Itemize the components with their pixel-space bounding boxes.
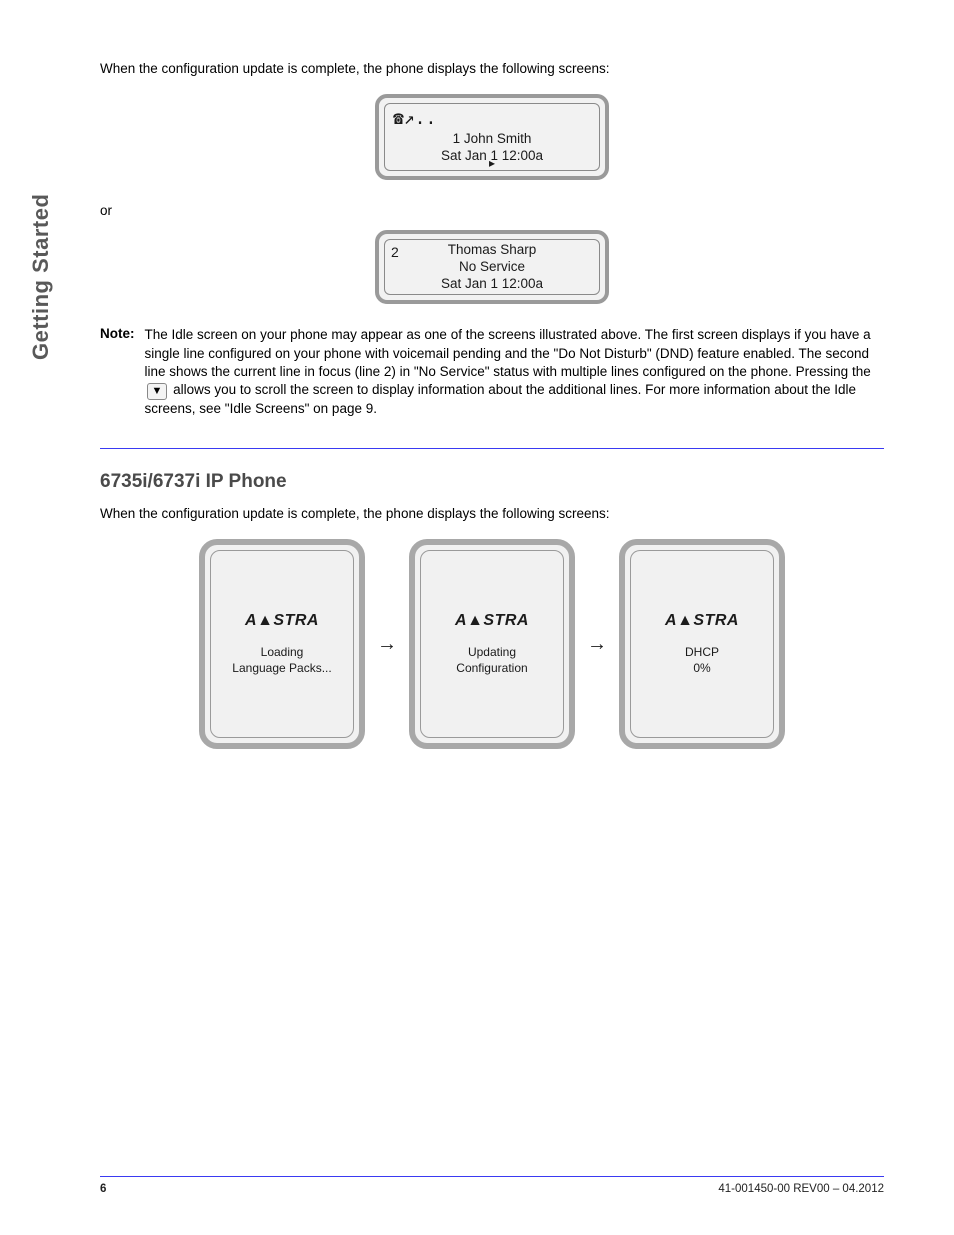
down-arrow-key-icon: ▼ (147, 383, 168, 400)
section-divider (100, 448, 884, 449)
intro-paragraph-2: When the configuration update is complet… (100, 505, 884, 523)
phone-screen-dhcp: A▲STRA DHCP 0% (619, 539, 785, 749)
phone2-line2: Configuration (456, 660, 527, 676)
brand-logo: A▲STRA (245, 612, 319, 630)
phone2-line1: Updating (456, 644, 527, 660)
lcd-screen-2: 2 Thomas Sharp No Service Sat Jan 1 12:0… (375, 230, 609, 304)
lcd1-scroll-arrow-icon: ▸ (489, 156, 495, 170)
phone-screen-loading: A▲STRA Loading Language Packs... (199, 539, 365, 749)
phone1-line1: Loading (232, 644, 331, 660)
brand-logo: A▲STRA (665, 612, 739, 630)
lcd-example-2: 2 Thomas Sharp No Service Sat Jan 1 12:0… (100, 230, 884, 304)
doc-revision: 41-001450-00 REV00 – 04.2012 (718, 1183, 884, 1195)
sidebar-section-label: Getting Started (28, 194, 54, 360)
page-footer: 6 41-001450-00 REV00 – 04.2012 (100, 1176, 884, 1195)
lcd-screen-1: ☎↗.. 1 John Smith Sat Jan 1 12:00a ▸ (375, 94, 609, 180)
model-heading: 6735i/6737i IP Phone (100, 471, 884, 493)
brand-logo: A▲STRA (455, 612, 529, 630)
lcd1-line1: 1 John Smith (389, 131, 595, 148)
phone1-line2: Language Packs... (232, 660, 331, 676)
lcd2-datetime: Sat Jan 1 12:00a (387, 276, 597, 293)
lcd2-status: No Service (387, 259, 597, 276)
intro-paragraph-1: When the configuration update is complet… (100, 60, 884, 78)
phone-screen-updating: A▲STRA Updating Configuration (409, 539, 575, 749)
phone-boot-sequence: A▲STRA Loading Language Packs... → A▲STR… (100, 539, 884, 749)
note-label: Note: (100, 326, 135, 418)
footer-divider (100, 1176, 884, 1177)
note-block: Note: The Idle screen on your phone may … (100, 326, 884, 418)
phone3-line1: DHCP (685, 644, 719, 660)
lcd-example-1: ☎↗.. 1 John Smith Sat Jan 1 12:00a ▸ (100, 94, 884, 180)
lcd1-status-icons: ☎↗.. (389, 104, 595, 129)
phone3-line2: 0% (685, 660, 719, 676)
or-text: or (100, 202, 884, 220)
page-number: 6 (100, 1183, 106, 1195)
lcd2-name: Thomas Sharp (387, 242, 597, 259)
arrow-right-icon: → (375, 633, 399, 656)
note-text: The Idle screen on your phone may appear… (145, 326, 885, 418)
lcd2-line-number: 2 (391, 244, 399, 260)
arrow-right-icon: → (585, 633, 609, 656)
